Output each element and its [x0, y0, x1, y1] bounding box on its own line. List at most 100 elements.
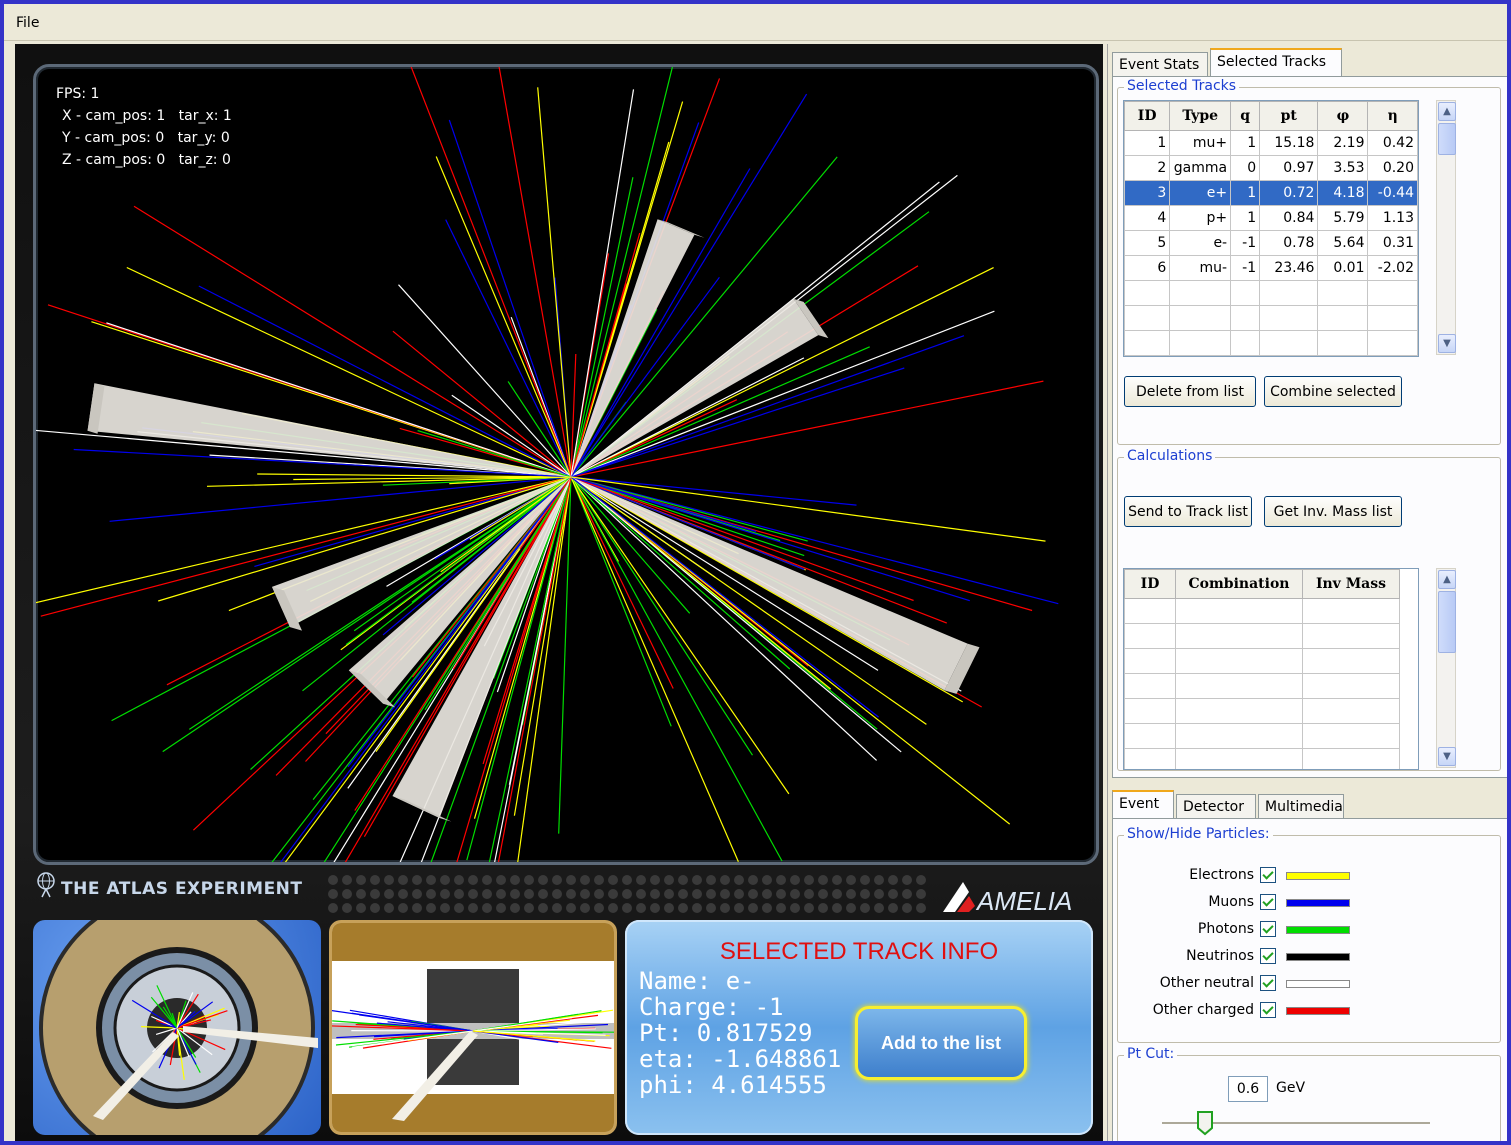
track-info-title: SELECTED TRACK INFO [719, 938, 999, 965]
inv-mass-scrollbar[interactable]: ▲ ▼ [1436, 568, 1456, 768]
delete-from-list-button[interactable]: Delete from list [1124, 376, 1256, 407]
particle-checkbox[interactable] [1260, 867, 1276, 883]
table-cell: 1 [1230, 130, 1261, 156]
table-row[interactable] [1124, 305, 1418, 331]
particle-track[interactable] [570, 367, 905, 478]
side-view-thumbnail[interactable] [329, 920, 617, 1135]
table-cell: gamma [1169, 155, 1232, 181]
column-header[interactable]: ID [1124, 569, 1176, 599]
menu-file[interactable]: File [16, 15, 39, 31]
table-cell: 1 [1124, 130, 1171, 156]
particle-checkbox[interactable] [1260, 975, 1276, 991]
particle-track[interactable] [570, 476, 963, 703]
combine-selected-button[interactable]: Combine selected [1264, 376, 1402, 407]
menu-bar: File [4, 4, 1507, 41]
top-tab-bar: Event Stats Selected Tracks [1112, 48, 1507, 76]
table-cell [1367, 305, 1418, 331]
scroll-down-icon[interactable]: ▼ [1438, 747, 1456, 766]
table-row[interactable] [1124, 330, 1418, 356]
particle-checkbox[interactable] [1260, 948, 1276, 964]
column-header[interactable]: η [1367, 101, 1418, 131]
scroll-up-icon[interactable]: ▲ [1438, 102, 1456, 121]
column-header[interactable]: pt [1259, 101, 1319, 131]
scroll-thumb[interactable] [1438, 123, 1456, 155]
table-row[interactable] [1124, 698, 1400, 724]
particles-legend: Show/Hide Particles: [1124, 826, 1273, 842]
tab-selected-tracks[interactable]: Selected Tracks [1210, 48, 1342, 76]
table-cell [1317, 305, 1369, 331]
camera-hud: FPS: 1 X - cam_pos: 1 tar_x: 1 Y - cam_p… [56, 83, 232, 171]
table-row[interactable] [1124, 723, 1400, 749]
particle-track[interactable] [570, 89, 635, 478]
amelia-logo-text: AMELIA [975, 886, 1072, 916]
particle-checkbox[interactable] [1260, 921, 1276, 937]
table-cell [1175, 698, 1303, 724]
inv-mass-table: ID Combination Inv Mass [1124, 569, 1400, 769]
table-row[interactable] [1124, 280, 1418, 306]
table-cell [1302, 673, 1400, 699]
table-cell: 0.01 [1317, 255, 1369, 281]
3d-viewport[interactable]: FPS: 1 X - cam_pos: 1 tar_x: 1 Y - cam_p… [33, 64, 1099, 865]
particle-track[interactable] [570, 476, 805, 570]
table-row[interactable] [1124, 623, 1400, 649]
add-to-list-button[interactable]: Add to the list [855, 1006, 1027, 1080]
particle-track[interactable] [109, 476, 572, 522]
particle-row-electrons: Electrons [1118, 864, 1500, 886]
tab-detector[interactable]: Detector [1176, 794, 1256, 818]
particle-track[interactable] [435, 156, 572, 478]
table-row[interactable]: 2 gamma 0 0.97 3.53 0.20 [1124, 155, 1418, 181]
scroll-up-icon[interactable]: ▲ [1438, 570, 1456, 589]
table-row[interactable]: 4 p+ 1 0.84 5.79 1.13 [1124, 205, 1418, 231]
table-cell: 3.53 [1317, 155, 1369, 181]
particle-track[interactable] [570, 67, 706, 478]
tracks-scrollbar[interactable]: ▲ ▼ [1436, 100, 1456, 355]
column-header[interactable]: q [1230, 101, 1261, 131]
table-cell [1230, 280, 1261, 306]
table-row[interactable] [1124, 748, 1400, 769]
table-row[interactable]: 1 mu+ 1 15.18 2.19 0.42 [1124, 130, 1418, 156]
table-row[interactable]: 5 e- -1 0.78 5.64 0.31 [1124, 230, 1418, 256]
table-cell: 1.13 [1367, 205, 1418, 231]
table-row[interactable] [1124, 673, 1400, 699]
particle-checkbox[interactable] [1260, 1002, 1276, 1018]
particle-track[interactable] [570, 476, 879, 671]
table-cell [1175, 598, 1303, 624]
table-row[interactable] [1124, 648, 1400, 674]
tab-multimedia[interactable]: Multimedia [1258, 794, 1344, 818]
particle-label: Electrons [1189, 867, 1254, 883]
table-row[interactable] [1124, 598, 1400, 624]
particle-checkbox[interactable] [1260, 894, 1276, 910]
pt-cut-input[interactable] [1228, 1076, 1268, 1102]
jet-cone[interactable] [272, 477, 571, 628]
tab-event-stats[interactable]: Event Stats [1112, 52, 1208, 76]
table-row[interactable]: 6 mu- -1 23.46 0.01 -2.02 [1124, 255, 1418, 281]
table-cell [1124, 280, 1171, 306]
table-cell [1124, 598, 1176, 624]
particle-row-muons: Muons [1118, 891, 1500, 913]
column-header[interactable]: Combination [1175, 569, 1303, 599]
pt-cut-slider-thumb[interactable] [1196, 1110, 1214, 1136]
table-row[interactable]: 3 e+ 1 0.72 4.18 -0.44 [1124, 180, 1418, 206]
get-inv-mass-list-button[interactable]: Get Inv. Mass list [1264, 496, 1402, 527]
column-header[interactable]: ID [1124, 101, 1171, 131]
decorative-dots [328, 875, 926, 913]
table-cell [1259, 330, 1319, 356]
column-header[interactable]: Inv Mass [1302, 569, 1400, 599]
end-view-thumbnail[interactable] [33, 920, 321, 1135]
column-header[interactable]: Type [1169, 101, 1232, 131]
table-cell [1302, 598, 1400, 624]
column-header[interactable]: φ [1317, 101, 1369, 131]
particle-track[interactable] [486, 67, 572, 478]
particle-color-swatch [1286, 980, 1350, 988]
jet-cone[interactable] [571, 477, 968, 691]
table-cell [1302, 748, 1400, 769]
tab-event[interactable]: Event [1112, 790, 1174, 818]
table-cell [1302, 723, 1400, 749]
table-cell: mu- [1169, 255, 1232, 281]
scroll-down-icon[interactable]: ▼ [1438, 334, 1456, 353]
side-view-graphic [332, 923, 614, 1132]
scroll-thumb[interactable] [1438, 591, 1456, 653]
send-to-track-list-button[interactable]: Send to Track list [1124, 496, 1252, 527]
atlas-logo-text: THE ATLAS EXPERIMENT [61, 879, 303, 899]
table-cell: -1 [1230, 255, 1261, 281]
